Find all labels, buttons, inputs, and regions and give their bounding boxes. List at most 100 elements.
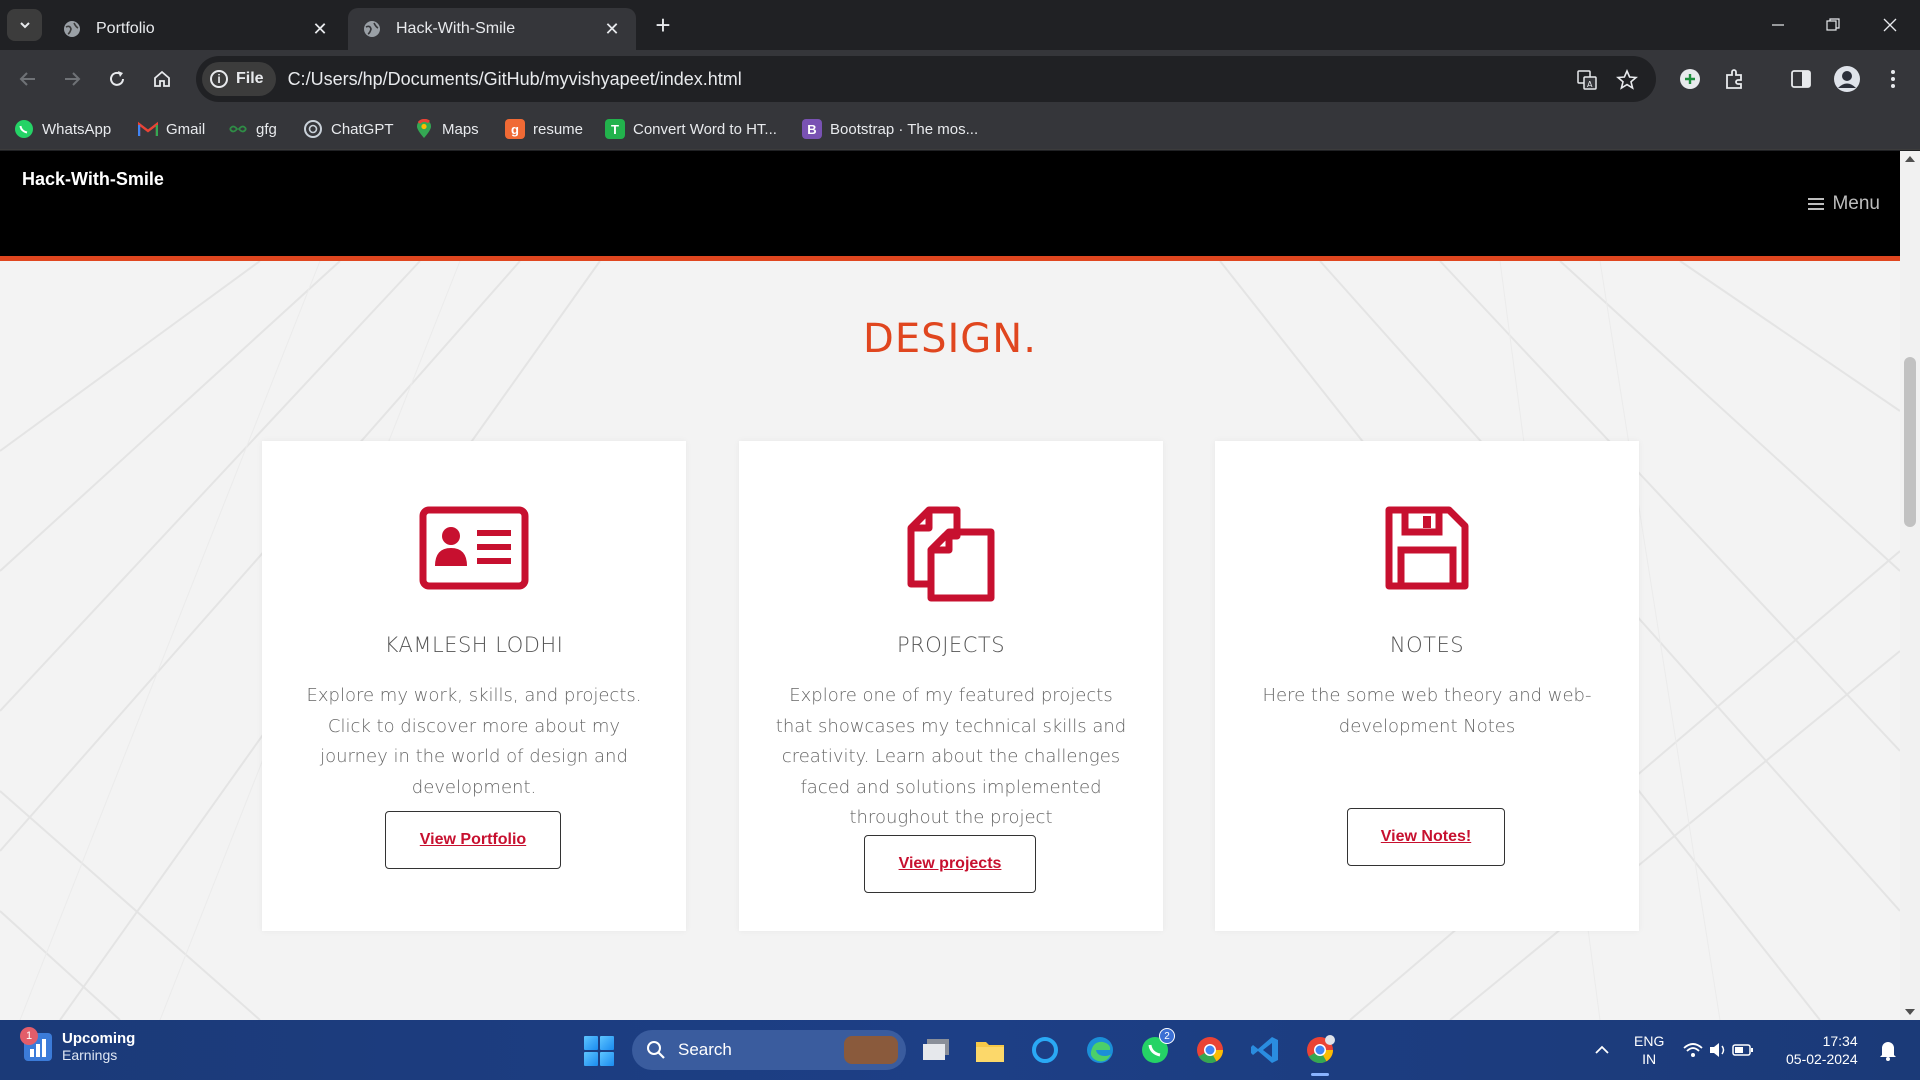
bookmark-label: ChatGPT — [331, 120, 394, 138]
card-heading: KAMLESH LODHI — [384, 633, 564, 657]
widget-title: Upcoming — [62, 1030, 136, 1047]
bookmark-chatgpt[interactable]: ChatGPT — [303, 116, 394, 142]
arrow-right-icon — [65, 72, 81, 86]
chrome-button[interactable] — [1192, 1032, 1228, 1068]
bookmark-whatsapp[interactable]: WhatsApp — [14, 116, 111, 142]
card-description: Explore one of my featured projects that… — [775, 685, 1127, 828]
widget-subtitle: Earnings — [62, 1047, 118, 1063]
card-heading: NOTES — [1389, 633, 1465, 657]
more-menu-icon[interactable] — [1878, 64, 1908, 94]
bookmark-label: Convert Word to HT... — [633, 120, 777, 138]
translate-icon[interactable]: A — [1574, 67, 1600, 93]
site-brand[interactable]: Hack-With-Smile — [22, 169, 164, 190]
chrome-icon — [1307, 1035, 1335, 1064]
view-projects-button[interactable]: View projects — [864, 835, 1036, 893]
card-heading: PROJECTS — [896, 633, 1006, 657]
page-viewport: Hack-With-Smile Menu DESIGN. KAMLESH LOD… — [0, 151, 1920, 1020]
show-hidden-icons-button[interactable] — [1584, 1032, 1620, 1068]
bookmark-gfg[interactable]: gfg — [228, 116, 277, 142]
wifi-icon — [1683, 1043, 1703, 1057]
card-description: Here the some web theory and web-develop… — [1262, 685, 1592, 737]
chrome-profile-button[interactable] — [1302, 1032, 1338, 1076]
card-notes: NOTES Here the some web theory and web-d… — [1215, 441, 1639, 931]
maps-icon — [414, 119, 434, 139]
reload-button[interactable] — [101, 63, 133, 95]
file-explorer-button[interactable] — [972, 1032, 1008, 1068]
close-tab-icon[interactable]: ✕ — [602, 19, 622, 40]
close-window-button[interactable] — [1870, 10, 1910, 40]
scroll-down-arrow-icon[interactable] — [1905, 1009, 1915, 1015]
profile-avatar[interactable] — [1832, 64, 1862, 94]
back-button[interactable] — [12, 63, 44, 95]
menu-label: Menu — [1832, 193, 1880, 214]
extensions-puzzle-icon[interactable] — [1720, 64, 1750, 94]
globe-icon — [364, 21, 380, 37]
widgets-button[interactable]: 1 Upcoming Earnings — [20, 1026, 136, 1063]
menu-button[interactable]: Menu — [1808, 193, 1880, 215]
close-tab-icon[interactable]: ✕ — [310, 19, 330, 40]
page-scrollbar[interactable] — [1900, 151, 1920, 1020]
bookmark-label: WhatsApp — [42, 120, 112, 138]
cortana-button[interactable] — [1027, 1032, 1063, 1068]
file-chip-label: File — [236, 70, 264, 87]
active-indicator — [1311, 1073, 1329, 1076]
notification-bell-icon — [1880, 1042, 1896, 1061]
resume-icon: g — [505, 119, 525, 139]
home-button[interactable] — [146, 63, 178, 95]
bootstrap-icon: B — [802, 119, 822, 139]
task-view-button[interactable] — [918, 1032, 954, 1068]
edge-browser-icon — [1087, 1037, 1113, 1063]
copy-files-icon — [739, 506, 1163, 602]
view-portfolio-button[interactable]: View Portfolio — [385, 811, 561, 869]
scrollbar-thumb[interactable] — [1904, 357, 1916, 527]
notification-badge: 2 — [1159, 1028, 1175, 1044]
site-navbar: Hack-With-Smile Menu — [0, 151, 1900, 261]
restore-button[interactable] — [1813, 10, 1853, 40]
folder-icon — [976, 1042, 1004, 1062]
scroll-up-arrow-icon[interactable] — [1905, 156, 1915, 162]
bookmark-bootstrap[interactable]: B Bootstrap · The mos... — [802, 116, 978, 142]
whatsapp-app-button[interactable]: 2 — [1137, 1028, 1175, 1068]
convert-icon: T — [605, 119, 625, 139]
language-code: ENG — [1634, 1033, 1665, 1049]
bookmark-resume[interactable]: g resume — [505, 116, 583, 142]
view-notes-button[interactable]: View Notes! — [1347, 808, 1505, 866]
site-info-chip[interactable]: i File — [202, 62, 276, 96]
search-label: Search — [678, 1040, 732, 1059]
bookmark-maps[interactable]: Maps — [414, 116, 479, 142]
minimize-button[interactable] — [1758, 10, 1798, 40]
bookmark-convert-word[interactable]: T Convert Word to HT... — [605, 116, 777, 142]
vscode-icon — [1251, 1037, 1278, 1063]
forward-button[interactable] — [56, 63, 88, 95]
tab-hack-with-smile[interactable]: Hack-With-Smile ✕ — [348, 8, 636, 50]
language-indicator[interactable]: ENG IN — [1634, 1032, 1664, 1068]
tab-portfolio[interactable]: Portfolio ✕ — [48, 8, 344, 50]
hamburger-icon — [1808, 195, 1825, 213]
taskbar-search[interactable]: Search — [632, 1030, 906, 1070]
bookmark-star-icon[interactable] — [1614, 67, 1640, 93]
extension-add-icon[interactable] — [1675, 64, 1705, 94]
notifications-button[interactable] — [1870, 1032, 1906, 1068]
arrow-left-icon — [19, 72, 35, 86]
reload-icon — [110, 71, 124, 86]
vscode-button[interactable] — [1247, 1032, 1283, 1068]
clock[interactable]: 17:34 05-02-2024 — [1786, 1032, 1858, 1068]
address-bar[interactable]: i File C:/Users/hp/Documents/GitHub/myvi… — [196, 56, 1656, 102]
card-portfolio: KAMLESH LODHI Explore my work, skills, a… — [262, 441, 686, 931]
globe-icon — [64, 21, 80, 37]
tab-search-button[interactable] — [7, 9, 42, 41]
bookmark-gmail[interactable]: Gmail — [138, 116, 205, 142]
gmail-icon — [138, 119, 158, 139]
url-text: C:/Users/hp/Documents/GitHub/myvishyapee… — [287, 68, 742, 89]
chrome-icon — [1197, 1037, 1224, 1064]
system-tray-status[interactable] — [1678, 1032, 1758, 1068]
side-panel-icon[interactable] — [1786, 64, 1816, 94]
edge-button[interactable] — [1082, 1032, 1118, 1068]
windows-logo-icon — [584, 1036, 598, 1050]
cortana-ring-icon — [1032, 1037, 1058, 1063]
bookmark-label: Maps — [442, 120, 479, 138]
floppy-disk-icon — [1215, 506, 1639, 596]
new-tab-button[interactable]: + — [650, 12, 676, 38]
start-button[interactable] — [584, 1036, 614, 1066]
bookmarks-bar: WhatsApp Gmail gfg ChatGPT Maps g resume… — [0, 108, 1920, 150]
